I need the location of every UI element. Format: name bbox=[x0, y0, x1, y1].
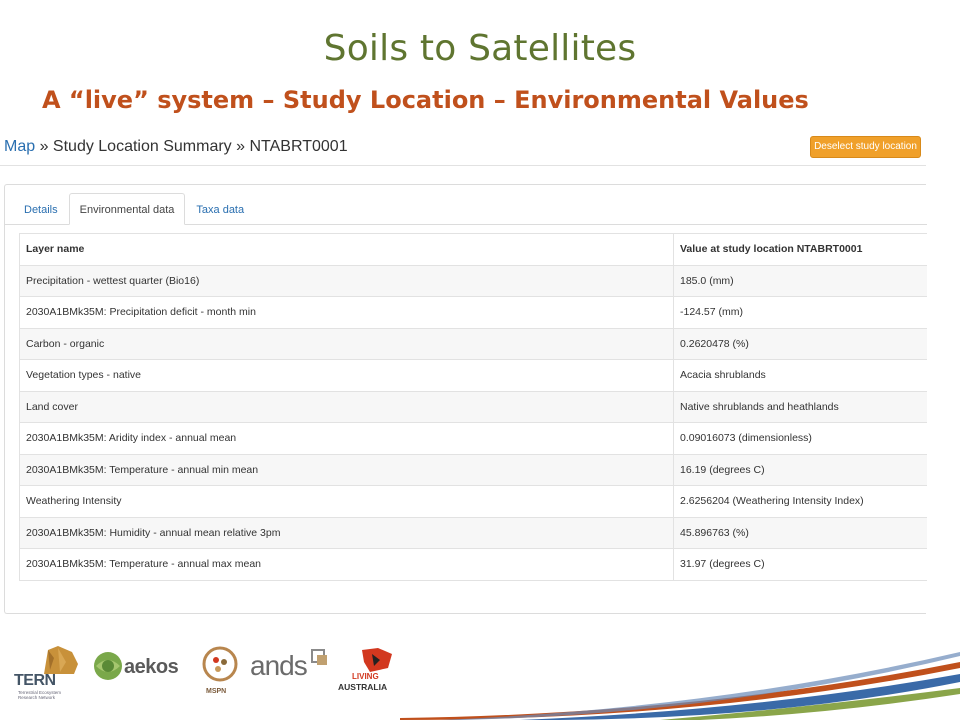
slide-subtitle: A “live” system – Study Location – Envir… bbox=[42, 86, 809, 114]
deselect-study-location-button[interactable]: Deselect study location bbox=[810, 136, 921, 158]
cell-value: 16.19 (degrees C) bbox=[673, 453, 927, 486]
column-header-layer-name: Layer name bbox=[19, 233, 674, 266]
cell-layer-name: 2030A1BMk35M: Humidity - annual mean rel… bbox=[19, 516, 674, 549]
cell-value: 0.09016073 (dimensionless) bbox=[673, 422, 927, 455]
divider bbox=[0, 165, 926, 166]
breadcrumb-separator: » bbox=[35, 138, 53, 155]
breadcrumb-map-link[interactable]: Map bbox=[4, 138, 35, 155]
table-row: 2030A1BMk35M: Temperature - annual max m… bbox=[19, 548, 927, 581]
table-row: 2030A1BMk35M: Precipitation deficit - mo… bbox=[19, 296, 927, 329]
cell-layer-name: 2030A1BMk35M: Precipitation deficit - mo… bbox=[19, 296, 674, 329]
aekos-globe-icon bbox=[94, 652, 122, 680]
tab-environmental-data[interactable]: Environmental data bbox=[68, 193, 186, 225]
table-row: Carbon - organic 0.2620478 (%) bbox=[19, 327, 927, 360]
ands-text: ands bbox=[250, 650, 308, 681]
aekos-text: aekos bbox=[124, 656, 179, 678]
environmental-data-table: Layer name Value at study location NTABR… bbox=[19, 233, 927, 581]
table-header-row: Layer name Value at study location NTABR… bbox=[19, 233, 927, 266]
tab-bar: Details Environmental data Taxa data bbox=[13, 193, 255, 225]
ala-living-text: LIVING bbox=[352, 672, 379, 681]
column-header-value: Value at study location NTABRT0001 bbox=[673, 233, 927, 266]
breadcrumb-summary: Study Location Summary bbox=[52, 138, 232, 155]
tab-taxa-data[interactable]: Taxa data bbox=[185, 193, 255, 225]
cell-value: -124.57 (mm) bbox=[673, 296, 927, 329]
cell-layer-name: Carbon - organic bbox=[19, 327, 674, 360]
table-row: 2030A1BMk35M: Humidity - annual mean rel… bbox=[19, 516, 927, 549]
ands-square-icon bbox=[311, 649, 327, 665]
tern-logo: TERN Terrestrial Ecosystem Research Netw… bbox=[14, 644, 80, 706]
ands-logo: ands bbox=[250, 648, 330, 688]
study-location-panel: Details Environmental data Taxa data Lay… bbox=[4, 184, 927, 614]
mspn-circle-icon bbox=[202, 646, 238, 682]
table-row: 2030A1BMk35M: Temperature - annual min m… bbox=[19, 453, 927, 486]
mspn-text: MSPN bbox=[206, 688, 227, 695]
table-row: Vegetation types - native Acacia shrublan… bbox=[19, 359, 927, 392]
ala-emblem-icon bbox=[362, 648, 392, 672]
cell-layer-name: 2030A1BMk35M: Aridity index - annual mea… bbox=[19, 422, 674, 455]
aekos-logo: aekos bbox=[92, 650, 184, 690]
cell-layer-name: Weathering Intensity bbox=[19, 485, 674, 518]
tab-details[interactable]: Details bbox=[13, 193, 69, 225]
cell-value: Acacia shrublands bbox=[673, 359, 927, 392]
cell-layer-name: Vegetation types - native bbox=[19, 359, 674, 392]
breadcrumb-separator: » bbox=[231, 138, 250, 155]
mspn-logo: MSPN bbox=[200, 644, 244, 706]
atlas-of-living-australia-logo: LIVING AUSTRALIA bbox=[338, 646, 398, 696]
breadcrumb-current: NTABRT0001 bbox=[249, 138, 348, 155]
table-row: Weathering Intensity 2.6256204 (Weatherin… bbox=[19, 485, 927, 518]
table-row: Precipitation - wettest quarter (Bio16) 1… bbox=[19, 264, 927, 297]
ala-australia-text: AUSTRALIA bbox=[338, 682, 388, 692]
breadcrumb: Map » Study Location Summary » NTABRT000… bbox=[4, 138, 348, 156]
cell-layer-name: 2030A1BMk35M: Temperature - annual min m… bbox=[19, 453, 674, 486]
tern-text: TERN bbox=[14, 672, 56, 689]
cell-value: Native shrublands and heathlands bbox=[673, 390, 927, 423]
cell-value: 2.6256204 (Weathering Intensity Index) bbox=[673, 485, 927, 518]
table-row: 2030A1BMk35M: Aridity index - annual mea… bbox=[19, 422, 927, 455]
cell-value: 45.896763 (%) bbox=[673, 516, 927, 549]
tern-subtext: Terrestrial Ecosystem Research Network bbox=[18, 690, 62, 700]
table-row: Land cover Native shrublands and heathlan… bbox=[19, 390, 927, 423]
cell-value: 0.2620478 (%) bbox=[673, 327, 927, 360]
cell-layer-name: Land cover bbox=[19, 390, 674, 423]
decorative-swoosh bbox=[400, 652, 960, 720]
cell-value: 31.97 (degrees C) bbox=[673, 548, 927, 581]
cell-layer-name: Precipitation - wettest quarter (Bio16) bbox=[19, 264, 674, 297]
cell-layer-name: 2030A1BMk35M: Temperature - annual max m… bbox=[19, 548, 674, 581]
slide-title: Soils to Satellites bbox=[323, 28, 637, 69]
screenshot-region: Map » Study Location Summary » NTABRT000… bbox=[0, 128, 927, 616]
cell-value: 185.0 (mm) bbox=[673, 264, 927, 297]
